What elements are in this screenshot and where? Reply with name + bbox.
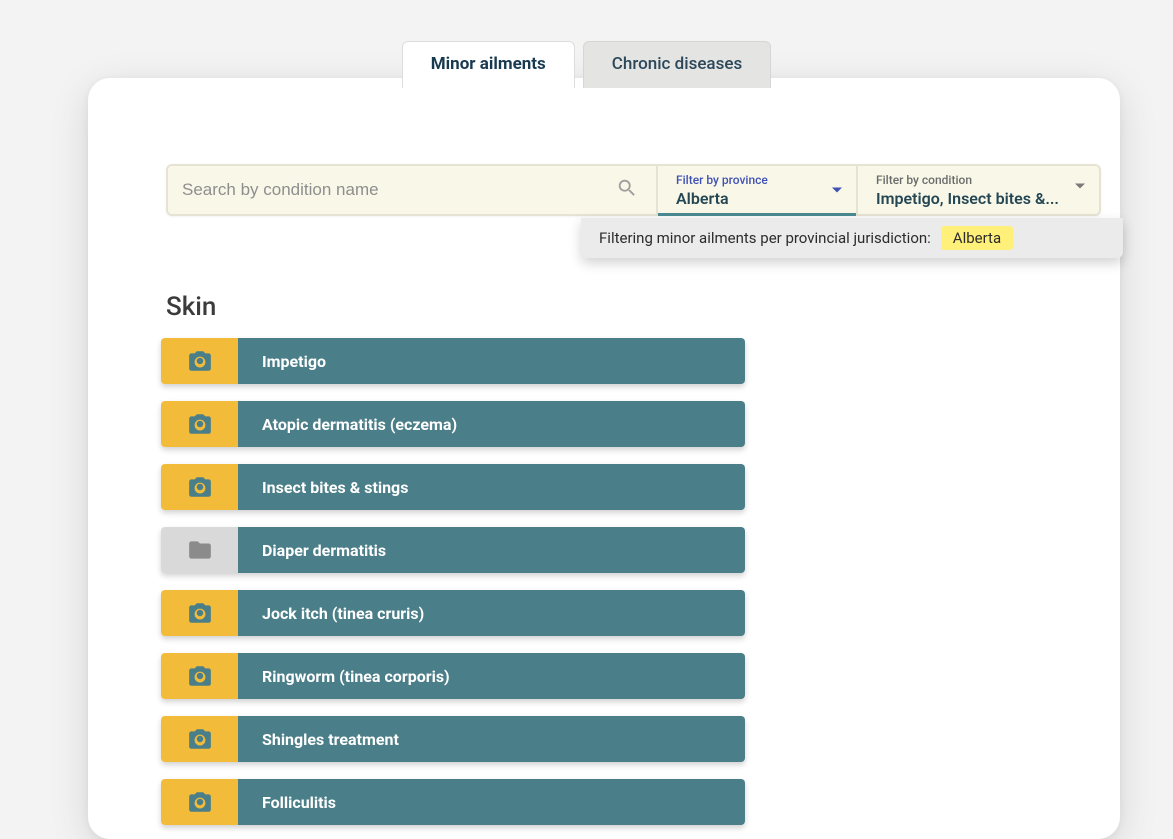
filter-chip-bar: Filtering minor ailments per provincial … xyxy=(581,218,1123,258)
condition-label: Folliculitis xyxy=(238,779,745,825)
main-card: Filter by province Alberta Filter by con… xyxy=(88,78,1120,839)
section-title-skin: Skin xyxy=(166,292,216,322)
filter-condition-value: Impetigo, Insect bites &... xyxy=(876,189,1071,208)
condition-row[interactable]: Shingles treatment xyxy=(161,716,745,762)
search-icon[interactable] xyxy=(616,177,638,203)
condition-row[interactable]: Atopic dermatitis (eczema) xyxy=(161,401,745,447)
tabs-row: Minor ailments Chronic diseases xyxy=(0,0,1173,87)
chevron-down-icon xyxy=(832,188,842,193)
filter-province-label: Filter by province xyxy=(676,173,828,187)
filter-condition-dropdown[interactable]: Filter by condition Impetigo, Insect bit… xyxy=(856,166,1099,214)
condition-label: Impetigo xyxy=(238,338,745,384)
camera-icon xyxy=(161,401,238,447)
chevron-down-icon xyxy=(1075,184,1085,189)
condition-row[interactable]: Insect bites & stings xyxy=(161,464,745,510)
condition-row[interactable]: Diaper dermatitis xyxy=(161,527,745,573)
camera-icon xyxy=(161,653,238,699)
condition-label: Jock itch (tinea cruris) xyxy=(238,590,745,636)
condition-row[interactable]: Folliculitis xyxy=(161,779,745,825)
camera-icon xyxy=(161,464,238,510)
search-box xyxy=(168,166,656,214)
folder-icon xyxy=(161,527,238,573)
condition-label: Shingles treatment xyxy=(238,716,745,762)
filter-province-value: Alberta xyxy=(676,189,828,208)
camera-icon xyxy=(161,716,238,762)
tab-minor-ailments[interactable]: Minor ailments xyxy=(402,41,575,88)
filter-condition-label: Filter by condition xyxy=(876,173,1071,187)
camera-icon xyxy=(161,338,238,384)
condition-list: Impetigo Atopic dermatitis (eczema) Insect… xyxy=(161,338,745,825)
condition-label: Ringworm (tinea corporis) xyxy=(238,653,745,699)
camera-icon xyxy=(161,779,238,825)
camera-icon xyxy=(161,590,238,636)
condition-row[interactable]: Impetigo xyxy=(161,338,745,384)
filter-bar: Filter by province Alberta Filter by con… xyxy=(166,164,1101,216)
filter-chip-region[interactable]: Alberta xyxy=(941,226,1013,250)
condition-row[interactable]: Jock itch (tinea cruris) xyxy=(161,590,745,636)
condition-label: Insect bites & stings xyxy=(238,464,745,510)
filter-province-dropdown[interactable]: Filter by province Alberta xyxy=(656,166,856,214)
condition-label: Diaper dermatitis xyxy=(238,527,745,573)
search-input[interactable] xyxy=(182,180,616,200)
tab-chronic-diseases[interactable]: Chronic diseases xyxy=(583,41,771,88)
filter-chip-text: Filtering minor ailments per provincial … xyxy=(599,229,931,247)
condition-row[interactable]: Ringworm (tinea corporis) xyxy=(161,653,745,699)
condition-label: Atopic dermatitis (eczema) xyxy=(238,401,745,447)
